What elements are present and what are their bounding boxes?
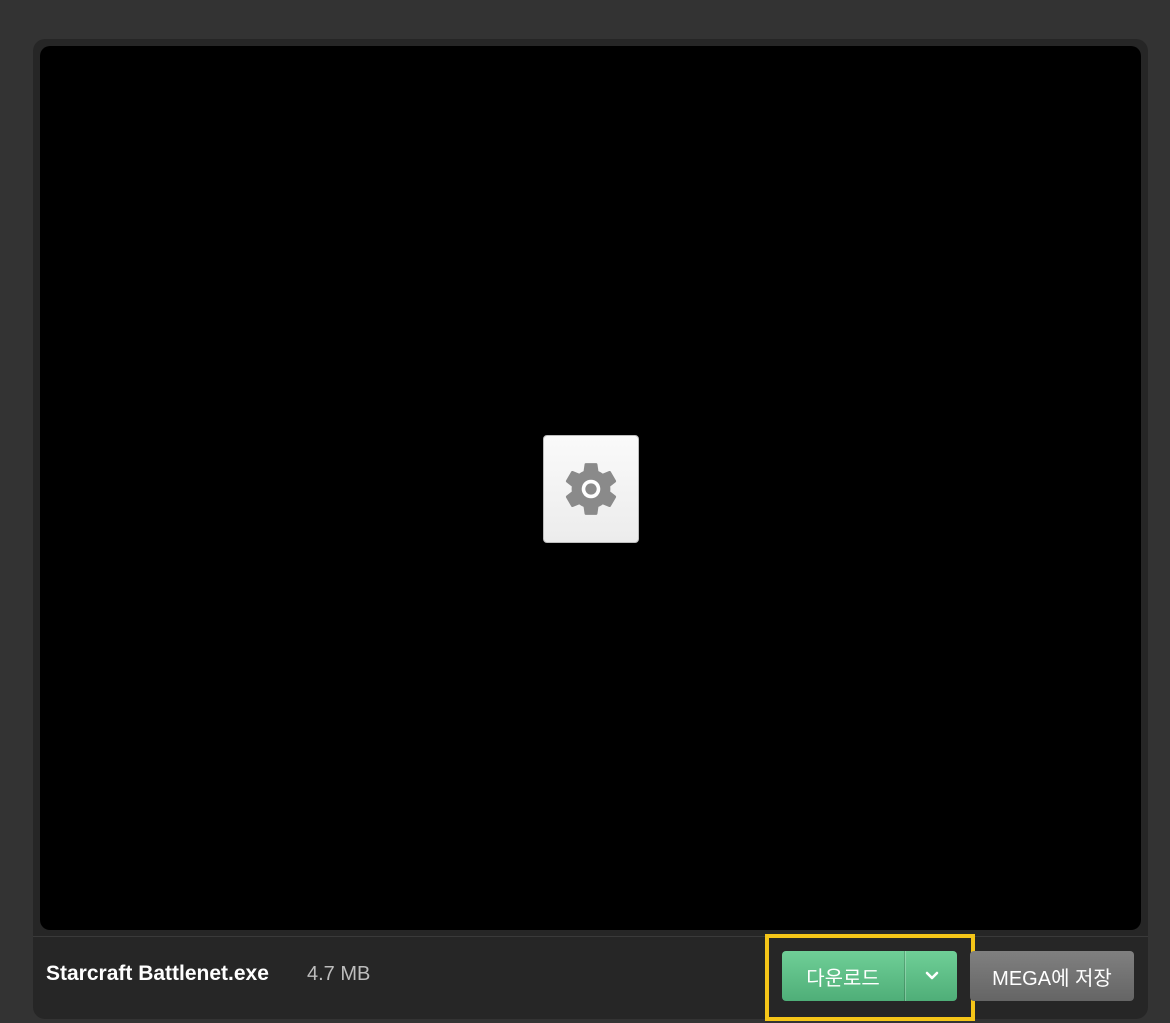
file-size: 4.7 MB <box>307 963 371 985</box>
file-name: Starcraft Battlenet.exe <box>46 962 269 985</box>
download-button[interactable]: 다운로드 <box>782 951 905 1001</box>
file-preview-card: Starcraft Battlenet.exe 4.7 MB 다운로드 MEGA… <box>33 39 1148 1021</box>
chevron-down-icon <box>925 971 938 980</box>
download-button-group: 다운로드 <box>782 951 957 1001</box>
footer-divider <box>33 936 1148 937</box>
preview-area <box>40 46 1141 930</box>
download-options-button[interactable] <box>905 951 957 1001</box>
save-to-mega-button[interactable]: MEGA에 저장 <box>970 951 1134 1001</box>
executable-file-icon <box>543 435 639 543</box>
gear-icon <box>565 463 617 515</box>
